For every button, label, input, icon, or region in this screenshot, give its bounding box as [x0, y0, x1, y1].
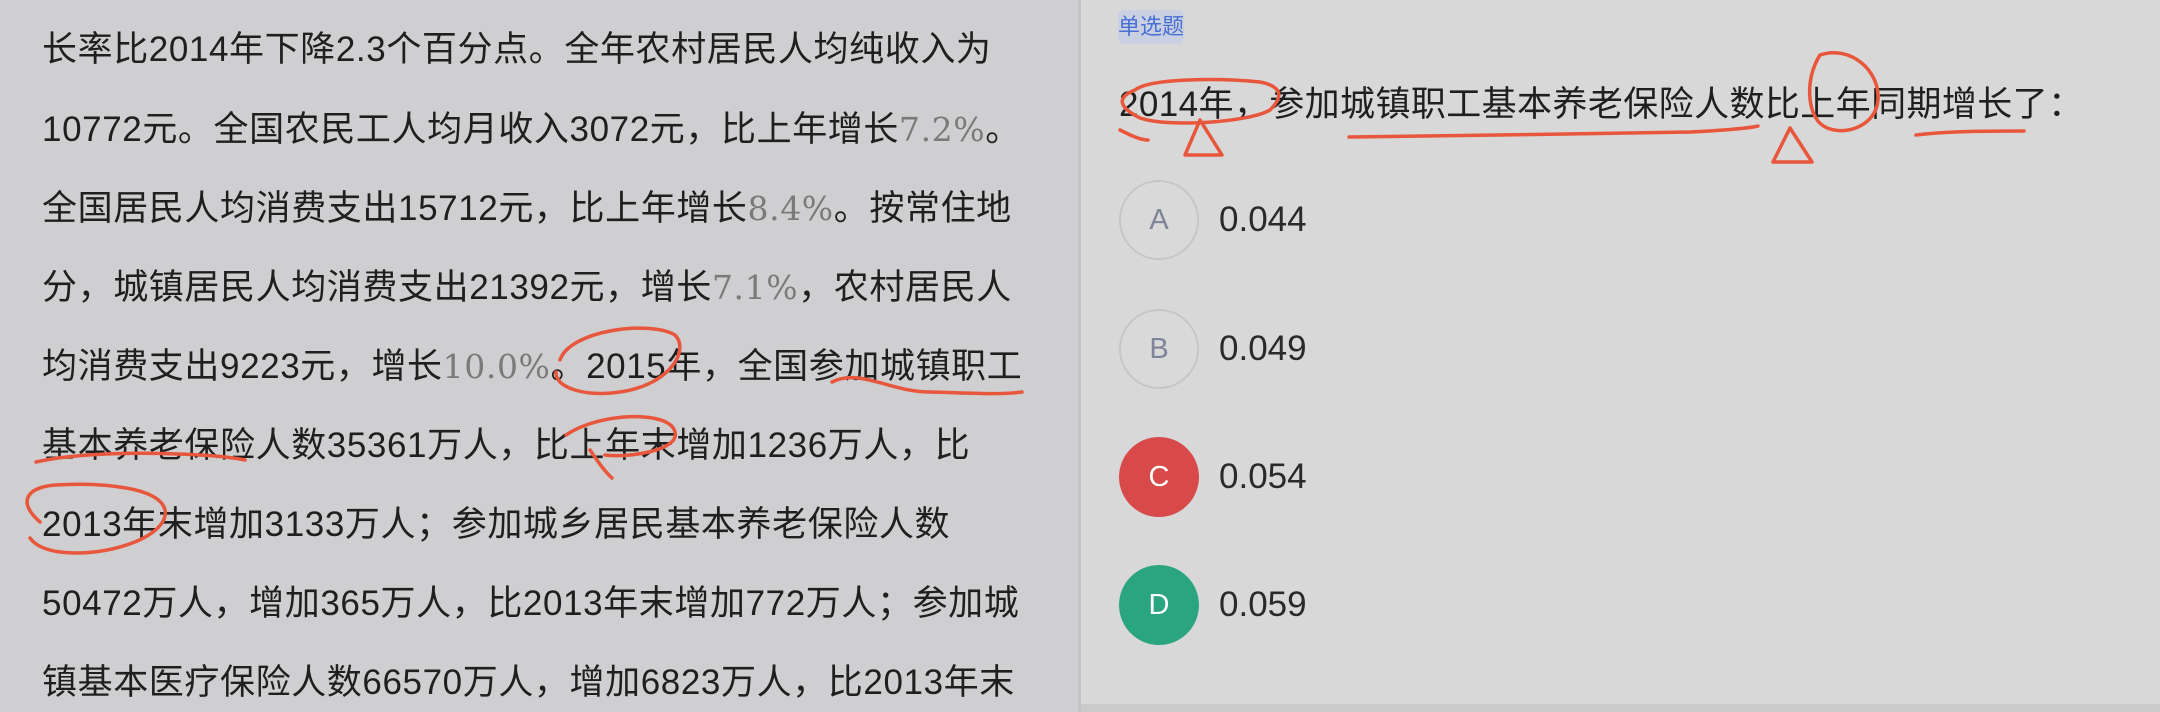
passage-text-segment: 。2015年，全国参加城镇职工: [550, 347, 1023, 386]
option-value-c[interactable]: 0.054: [1219, 437, 1307, 517]
passage-line: 2013年末增加3133万人；参加城乡居民基本养老保险人数: [42, 500, 1052, 550]
option-value-a[interactable]: 0.044: [1219, 180, 1307, 260]
question-panel: 单选题 2014年，参加城镇职工基本养老保险人数比上年同期增长了： A 0.04…: [1081, 0, 2160, 712]
percent-value: 10.0%: [442, 347, 551, 386]
passage-line: 50472万人，增加365万人，比2013年末增加772万人；参加城: [42, 579, 1052, 629]
option-a[interactable]: A 0.044: [1119, 180, 1719, 262]
option-c[interactable]: C 0.054: [1119, 437, 1719, 519]
passage-text-segment: 均消费支出9223元，增长: [42, 347, 443, 386]
passage-text-segment: 全国居民人均消费支出15712元，比上年增长: [42, 189, 748, 228]
passage-text-segment: 。: [985, 110, 1021, 149]
passage-panel[interactable]: 长率比2014年下降2.3个百分点。全年农村居民人均纯收入为 10772元。全国…: [0, 0, 1078, 712]
passage-text-segment: ，农村居民人: [798, 268, 1012, 307]
passage-line: 10772元。全国农民工人均月收入3072元，比上年增长7.2%。: [42, 105, 1052, 155]
option-b[interactable]: B 0.049: [1119, 309, 1719, 391]
option-value-b[interactable]: 0.049: [1219, 309, 1307, 389]
option-letter-b[interactable]: B: [1119, 309, 1199, 389]
passage-text: 长率比2014年下降2.3个百分点。全年农村居民人均纯收入为 10772元。全国…: [42, 0, 1052, 708]
passage-text-segment: 2013年末增加3133万人；参加城乡居民基本养老保险人数: [42, 505, 951, 544]
passage-line: 均消费支出9223元，增长10.0%。2015年，全国参加城镇职工: [42, 342, 1052, 392]
passage-line: 分，城镇居民人均消费支出21392元，增长7.1%，农村居民人: [42, 263, 1052, 313]
passage-line: 基本养老保险人数35361万人，比上年末增加1236万人，比: [42, 421, 1052, 471]
passage-line: 长率比2014年下降2.3个百分点。全年农村居民人均纯收入为: [42, 25, 1052, 75]
passage-line: 全国居民人均消费支出15712元，比上年增长8.4%。按常住地: [42, 184, 1052, 234]
passage-text-segment: 。按常住地: [833, 189, 1012, 228]
option-d[interactable]: D 0.059: [1119, 565, 1719, 647]
percent-value: 7.2%: [899, 110, 986, 149]
passage-text-segment: 基本养老保险人数35361万人，比上年末增加1236万人，比: [42, 426, 971, 465]
percent-value: 7.1%: [711, 268, 799, 307]
passage-text-segment: 镇基本医疗保险人数66570万人，增加6823万人，比2013年末: [42, 663, 1015, 702]
bottom-edge: [1081, 704, 2160, 712]
passage-text-segment: 长率比2014年下降2.3个百分点。全年农村居民人均纯收入为: [42, 30, 992, 69]
option-letter-a[interactable]: A: [1119, 180, 1199, 260]
passage-text-segment: 10772元。全国农民工人均月收入3072元，比上年增长: [42, 110, 899, 149]
question-stem: 2014年，参加城镇职工基本养老保险人数比上年同期增长了：: [1119, 85, 2084, 124]
question-type-badge: 单选题: [1118, 10, 1184, 44]
option-letter-c-wrong[interactable]: C: [1119, 437, 1199, 517]
passage-text-segment: 50472万人，增加365万人，比2013年末增加772万人；参加城: [42, 584, 1020, 623]
option-letter-d-correct[interactable]: D: [1119, 565, 1199, 645]
passage-line: 镇基本医疗保险人数66570万人，增加6823万人，比2013年末: [42, 658, 1052, 708]
percent-value: 8.4%: [747, 189, 834, 228]
passage-text-segment: 分，城镇居民人均消费支出21392元，增长: [42, 268, 712, 307]
option-value-d[interactable]: 0.059: [1219, 565, 1307, 645]
